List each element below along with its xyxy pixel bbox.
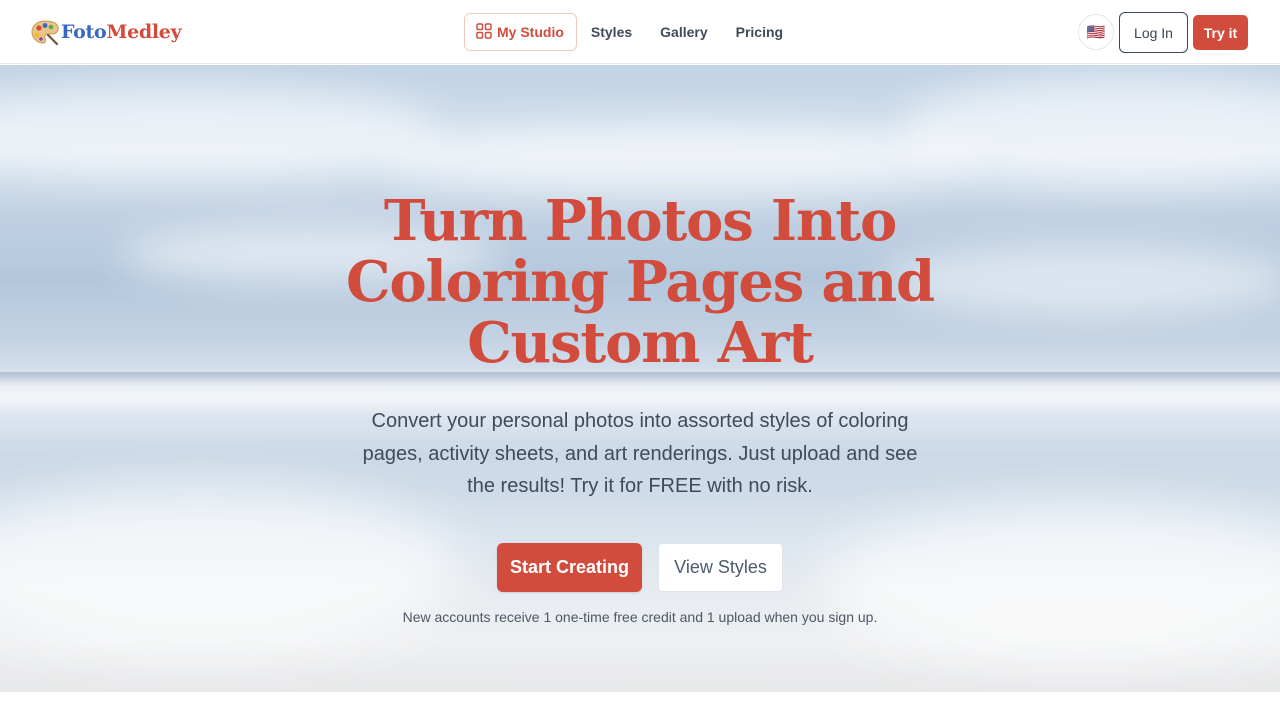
brand-logo[interactable]: FotoMedley bbox=[31, 18, 182, 46]
nav-styles[interactable]: Styles bbox=[577, 13, 646, 51]
hero-headline-line: Custom Art bbox=[467, 310, 814, 376]
brand-name: FotoMedley bbox=[61, 18, 182, 46]
nav-gallery[interactable]: Gallery bbox=[646, 13, 721, 51]
nav-my-studio[interactable]: My Studio bbox=[464, 13, 577, 51]
grid-icon bbox=[476, 22, 492, 42]
main-nav: My Studio Styles Gallery Pricing bbox=[464, 13, 797, 51]
hero-overlay bbox=[0, 65, 1280, 692]
hero-subtext-line: the results! Try it for FREE with no ris… bbox=[467, 475, 813, 497]
hero-headline-line: Turn Photos Into bbox=[383, 188, 898, 254]
nav-my-studio-label: My Studio bbox=[497, 24, 564, 40]
hero-headline: Turn Photos Into Coloring Pages and Cust… bbox=[340, 191, 940, 374]
us-flag-icon: 🇺🇸 bbox=[1086, 24, 1106, 41]
hero-subtext: Convert your personal photos into assort… bbox=[355, 405, 925, 503]
hero-subtext-line: Convert your personal photos into assort… bbox=[371, 410, 909, 432]
view-styles-button[interactable]: View Styles bbox=[658, 543, 783, 592]
hero-headline-line: Coloring Pages and bbox=[346, 249, 935, 315]
hero-subtext-line: pages, activity sheets, and art renderin… bbox=[362, 442, 918, 465]
brand-name-foto: Foto bbox=[61, 21, 107, 43]
palette-icon bbox=[31, 19, 60, 46]
brand-name-medley: Medley bbox=[106, 21, 182, 43]
try-it-button[interactable]: Try it bbox=[1193, 15, 1248, 50]
nav-pricing[interactable]: Pricing bbox=[722, 13, 797, 51]
top-navbar: FotoMedley My Studio Styles Gallery Pric… bbox=[0, 0, 1280, 64]
hero-section: Turn Photos Into Coloring Pages and Cust… bbox=[0, 65, 1280, 692]
start-creating-button[interactable]: Start Creating bbox=[497, 543, 642, 592]
login-button[interactable]: Log In bbox=[1119, 12, 1188, 53]
language-selector[interactable]: 🇺🇸 bbox=[1078, 14, 1114, 50]
signup-footnote: New accounts receive 1 one-time free cre… bbox=[402, 609, 878, 625]
